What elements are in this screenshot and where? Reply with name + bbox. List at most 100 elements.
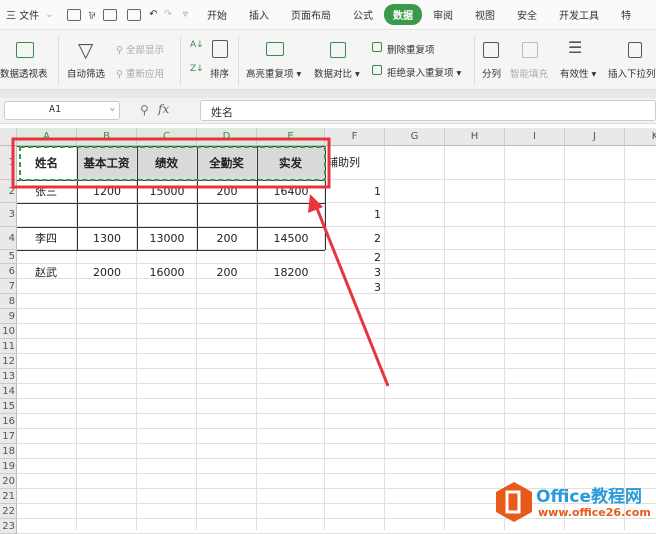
redo-icon[interactable]: ↷ — [161, 9, 175, 20]
delete-duplicates-button[interactable]: 删除重复项 — [387, 42, 435, 56]
tab-data[interactable]: 数据 — [383, 4, 422, 25]
column-header-H[interactable]: H — [445, 128, 505, 146]
column-header-I[interactable]: I — [505, 128, 565, 146]
cell-aux[interactable]: 1 — [325, 185, 385, 199]
tab-view[interactable]: 视图 — [464, 7, 506, 22]
undo-icon[interactable]: ↶ — [146, 9, 160, 20]
row-header-8[interactable]: 8 — [0, 294, 17, 309]
cell-perf[interactable]: 15000 — [137, 185, 197, 199]
data-compare-button[interactable]: 数据对比 ▾ — [314, 66, 360, 80]
cell-perf[interactable]: 13000 — [137, 232, 197, 246]
sort-asc-icon[interactable]: A↓ — [190, 40, 204, 50]
row-header-15[interactable]: 15 — [0, 399, 17, 414]
cell-pay[interactable]: 14500 — [257, 232, 325, 246]
row-header-5[interactable]: 5 — [0, 250, 17, 264]
row-header-19[interactable]: 19 — [0, 459, 17, 474]
tab-special[interactable]: 特 — [610, 7, 642, 22]
cell-name[interactable]: 赵武 — [17, 266, 77, 280]
sort-desc-icon[interactable]: Z↓ — [190, 64, 204, 74]
column-header-A[interactable]: A — [17, 128, 77, 146]
cell-att[interactable]: 200 — [197, 185, 257, 199]
select-all-corner[interactable] — [0, 128, 17, 146]
row-header-10[interactable]: 10 — [0, 324, 17, 339]
format-painter-icon[interactable]: ⅌ — [86, 8, 99, 22]
show-all-button[interactable]: ⚲ 全部显示 — [116, 42, 164, 56]
row-header-9[interactable]: 9 — [0, 309, 17, 324]
header-attendance[interactable]: 全勤奖 — [197, 146, 256, 179]
row-header-7[interactable]: 7 — [0, 279, 17, 294]
fx-icon[interactable]: fx — [158, 102, 169, 116]
row-header-21[interactable]: 21 — [0, 489, 17, 504]
cell-base[interactable]: 1300 — [77, 232, 137, 246]
column-header-B[interactable]: B — [77, 128, 137, 146]
tab-page-layout[interactable]: 页面布局 — [280, 7, 342, 22]
cell-base[interactable]: 2000 — [77, 266, 137, 280]
row-header-2[interactable]: 2 — [0, 180, 17, 203]
row-header-18[interactable]: 18 — [0, 444, 17, 459]
header-performance[interactable]: 绩效 — [137, 146, 196, 179]
row-header-12[interactable]: 12 — [0, 354, 17, 369]
cell-aux[interactable]: 1 — [325, 208, 385, 222]
validity-button[interactable]: 有效性 ▾ — [560, 66, 596, 80]
sort-button[interactable]: 排序 — [210, 66, 229, 80]
row-header-22[interactable]: 22 — [0, 504, 17, 519]
row-header-20[interactable]: 20 — [0, 474, 17, 489]
zoom-icon[interactable]: ⚲ — [140, 103, 149, 117]
cell-att[interactable]: 200 — [197, 266, 257, 280]
row-header-14[interactable]: 14 — [0, 384, 17, 399]
tab-home[interactable]: 开始 — [196, 7, 238, 22]
chevron-down-icon[interactable]: ⌄ — [45, 9, 53, 20]
tab-review[interactable]: 审阅 — [422, 7, 464, 22]
cell-aux[interactable]: 3 — [325, 266, 385, 280]
column-header-K[interactable]: K — [625, 128, 656, 146]
highlight-duplicates-button[interactable]: 高亮重复项 ▾ — [246, 66, 301, 80]
autofilter-button[interactable]: 自动筛选 — [67, 66, 105, 80]
cell-aux[interactable]: 2 — [325, 251, 385, 265]
cell-base[interactable]: 1200 — [77, 185, 137, 199]
tab-developer[interactable]: 开发工具 — [548, 7, 610, 22]
tab-formula[interactable]: 公式 — [342, 7, 384, 22]
formula-input[interactable]: 姓名 — [200, 100, 656, 121]
chevron-down-icon[interactable]: ⌄ — [110, 103, 115, 113]
row-header-16[interactable]: 16 — [0, 414, 17, 429]
more-icon[interactable]: ▿ — [175, 9, 196, 20]
insert-dropdown-button[interactable]: 插入下拉列 — [608, 66, 656, 80]
cell-pay[interactable]: 18200 — [257, 266, 325, 280]
column-header-D[interactable]: D — [197, 128, 257, 146]
name-box[interactable]: A1 ⌄ — [4, 101, 120, 120]
cell-aux[interactable]: 3 — [325, 281, 385, 295]
cell-aux[interactable]: 2 — [325, 232, 385, 246]
pivot-table-button[interactable]: 数据透视表 — [0, 66, 48, 80]
column-header-J[interactable]: J — [565, 128, 625, 146]
cell-att[interactable]: 200 — [197, 232, 257, 246]
cell-pay[interactable]: 16400 — [257, 185, 325, 199]
column-header-E[interactable]: E — [257, 128, 325, 146]
column-header-C[interactable]: C — [137, 128, 197, 146]
cell-name[interactable]: 张三 — [17, 185, 77, 199]
row-header-1[interactable]: 1 — [0, 146, 17, 180]
row-header-6[interactable]: 6 — [0, 264, 17, 279]
row-header-17[interactable]: 17 — [0, 429, 17, 444]
tab-security[interactable]: 安全 — [506, 7, 548, 22]
header-aux[interactable]: 辅助列 — [325, 146, 384, 179]
row-header-23[interactable]: 23 — [0, 519, 17, 534]
print-preview-icon[interactable] — [127, 8, 142, 21]
reapply-button[interactable]: ⚲ 重新应用 — [116, 66, 164, 80]
row-header-4[interactable]: 4 — [0, 227, 17, 250]
cell-perf[interactable]: 16000 — [137, 266, 197, 280]
reject-duplicates-button[interactable]: 拒绝录入重复项 ▾ — [387, 65, 461, 79]
print-icon[interactable] — [103, 8, 118, 21]
header-net-pay[interactable]: 实发 — [257, 146, 324, 179]
smart-fill-button[interactable]: 智能填充 — [510, 66, 548, 80]
tab-insert[interactable]: 插入 — [238, 7, 280, 22]
text-to-columns-button[interactable]: 分列 — [482, 66, 501, 80]
row-header-11[interactable]: 11 — [0, 339, 17, 354]
row-header-3[interactable]: 3 — [0, 203, 17, 227]
header-base-salary[interactable]: 基本工资 — [77, 146, 136, 179]
column-header-F[interactable]: F — [325, 128, 385, 146]
column-header-G[interactable]: G — [385, 128, 445, 146]
file-menu[interactable]: 三 文件 — [0, 7, 45, 22]
save-icon[interactable] — [66, 8, 81, 21]
spreadsheet-grid[interactable]: A B C D E F G H I J K 1 2 3 4 5 6 7 8 9 10 11 12 13 14 15 16 17 18 19… — [0, 124, 656, 534]
row-header-13[interactable]: 13 — [0, 369, 17, 384]
